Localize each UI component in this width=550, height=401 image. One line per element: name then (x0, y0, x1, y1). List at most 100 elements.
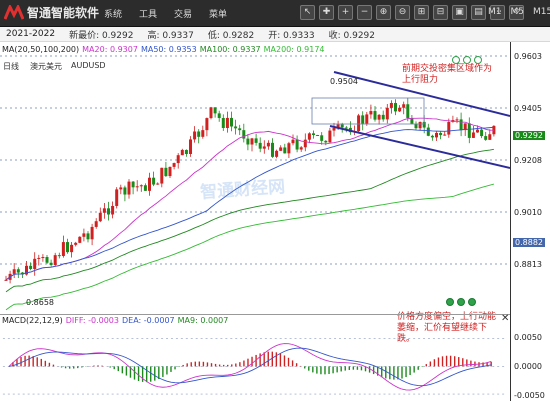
dot-icon (463, 56, 471, 64)
candle-body (262, 146, 266, 149)
axis-tick: 0.9208 (514, 156, 542, 165)
menu-item-system[interactable]: 系统 (104, 7, 139, 20)
close-price: 收: 0.9292 (328, 30, 376, 41)
period-m5[interactable]: M5 (511, 7, 525, 17)
app-toolbar: 智通智能软件 系统 工具 交易 菜单 ↖ ✚ + − ⊕ ⊖ ⊞ ⊟ ▣ ▤ ⋯… (0, 0, 550, 27)
zoom-in-icon[interactable]: ⊕ (376, 5, 391, 20)
period-m1[interactable]: M1 (488, 7, 502, 17)
zoom-out-icon[interactable]: ⊖ (395, 5, 410, 20)
candle-body (471, 132, 475, 138)
candle-body (316, 135, 320, 137)
candle-body (365, 114, 369, 124)
main-menu: 系统 工具 交易 菜单 (104, 7, 244, 20)
ma-header: MA(20,50,100,200) (2, 45, 80, 54)
note-indicator-bottom (446, 298, 476, 306)
candle-body (29, 265, 33, 269)
candle-body (213, 107, 217, 114)
candle-body (439, 132, 443, 136)
macd-legend: MACD(22,12,9) DIFF: -0.0003 DEA: -0.0007… (2, 316, 228, 325)
menu-item-tools[interactable]: 工具 (139, 7, 174, 20)
add-tool-icon[interactable]: + (338, 5, 353, 20)
quote-infobar: 2021-2022 新最价: 0.9292 高: 0.9337 低: 0.928… (0, 27, 550, 42)
ma200-value: MA200: 0.9174 (263, 45, 325, 54)
list-icon[interactable]: ▤ (471, 5, 486, 20)
candle-body (266, 142, 270, 147)
candle-body (426, 127, 430, 136)
timeframe-label: 日线 (3, 62, 19, 71)
candle-body (246, 138, 250, 145)
range-start: 2021 (6, 29, 29, 39)
macd-chart[interactable] (0, 314, 510, 401)
candle-body (377, 114, 381, 120)
candle-body (193, 131, 197, 140)
candle-body (430, 135, 434, 138)
app-logo: 智通智能软件 (4, 4, 99, 21)
candle-body (291, 139, 295, 144)
candle-body (94, 221, 98, 227)
candle-body (287, 143, 291, 154)
candle-body (414, 123, 418, 129)
menu-item-trade[interactable]: 交易 (174, 7, 209, 20)
candle-body (484, 136, 488, 140)
grid-icon[interactable]: ⊞ (414, 5, 429, 20)
cursor-tool-icon[interactable]: ↖ (300, 5, 315, 20)
macd-diff: DIFF: -0.0003 (65, 316, 119, 325)
minus-tool-icon[interactable]: − (357, 5, 372, 20)
price-axis: 0.9603 0.9405 0.9292 0.9208 0.9010 0.888… (510, 42, 550, 401)
candle-body (4, 279, 8, 281)
dot-icon (474, 56, 482, 64)
close-indicator-icon[interactable]: ✕ (501, 313, 509, 324)
candle-body (488, 134, 492, 140)
candle-body (234, 126, 238, 129)
candle-body (135, 186, 139, 188)
candle-body (344, 127, 348, 129)
candle-body (53, 255, 57, 265)
candle-body (480, 129, 484, 137)
candle-body (340, 124, 344, 128)
candle-body (168, 166, 172, 177)
candle-body (205, 118, 209, 131)
axis-tick: 0.8813 (514, 260, 542, 269)
candle-body (369, 111, 373, 115)
candle-body (217, 113, 221, 119)
candle-body (250, 138, 254, 145)
candle-body (189, 139, 192, 154)
menu-item-menu[interactable]: 菜单 (209, 7, 244, 20)
period-m15[interactable]: M15 (533, 7, 550, 17)
candle-body (123, 187, 127, 195)
candle-body (357, 115, 361, 132)
ma200-line (5, 183, 495, 311)
level-price-tag: 0.8882 (513, 238, 545, 247)
symbol-name: 澳元美元 (30, 62, 62, 71)
candle-body (102, 208, 106, 213)
candle-body (209, 107, 213, 119)
high-price: 高: 0.9337 (147, 30, 194, 41)
candle-body (230, 117, 233, 127)
high-label: 0.9504 (330, 77, 358, 86)
period-selector: M1 M5 M15 (488, 7, 550, 17)
candle-body (402, 104, 406, 108)
dot-icon (452, 56, 460, 64)
candle-body (78, 236, 82, 243)
candle-body (406, 104, 410, 119)
current-price-tag: 0.9292 (513, 131, 545, 140)
candle-body (443, 134, 447, 136)
candle-body (303, 139, 307, 148)
crosshair-tool-icon[interactable]: ✚ (319, 5, 334, 20)
candle-body (184, 149, 188, 154)
candle-body (180, 149, 184, 156)
layout-icon[interactable]: ▣ (452, 5, 467, 20)
new-price: 新最价: 0.9292 (69, 30, 134, 41)
candle-body (324, 140, 328, 143)
candle-body (332, 128, 336, 131)
candle-body (107, 208, 110, 215)
dot-icon (457, 298, 465, 306)
note-indicator-top (452, 56, 482, 64)
candle-body (148, 177, 151, 191)
ma50-line (5, 126, 494, 281)
candle-body (16, 269, 20, 273)
collapse-icon[interactable]: ⊟ (433, 5, 448, 20)
candle-body (66, 242, 69, 253)
candle-body (238, 128, 242, 131)
candle-body (172, 163, 176, 167)
